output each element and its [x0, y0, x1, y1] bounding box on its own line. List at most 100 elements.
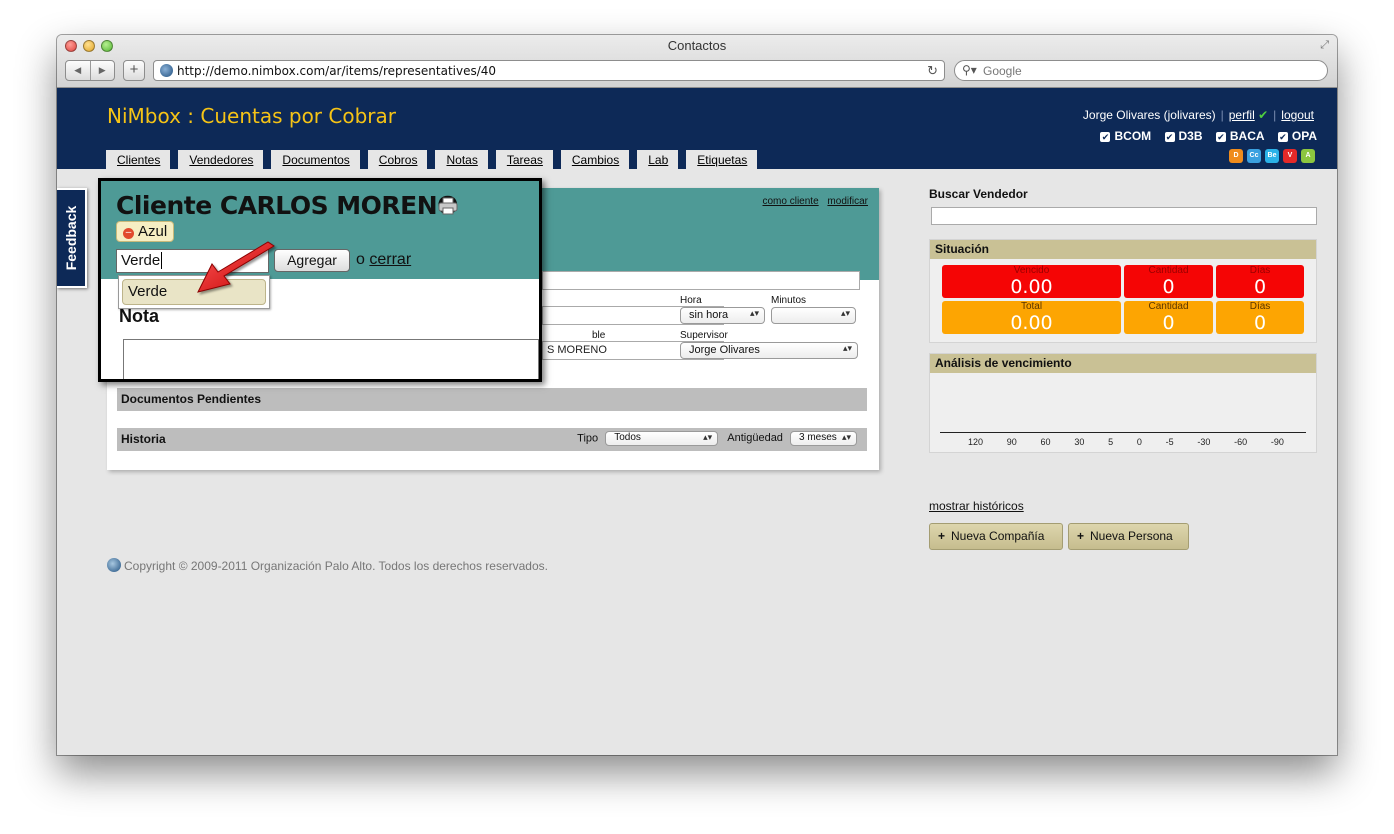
responsable-label: ble [592, 330, 606, 341]
dias-cell: Días 0 [1216, 265, 1304, 298]
back-icon[interactable]: ◀ [66, 61, 91, 80]
checkbox-icon: ✔ [1100, 132, 1111, 142]
tick-label: 30 [1074, 437, 1085, 447]
app-icon[interactable]: D [1229, 149, 1243, 163]
minutos-select[interactable]: ▴▾ [771, 307, 856, 324]
copyright: Copyright © 2009-2011 Organización Palo … [107, 558, 548, 573]
nueva-compania-button[interactable]: + Nueva Compañía [929, 523, 1063, 550]
search-field[interactable]: ⚲▾ Google [954, 60, 1328, 81]
nota-textarea[interactable] [123, 339, 539, 379]
cerrar-link[interactable]: cerrar [369, 251, 411, 268]
checkbox-icon: ✔ [1215, 132, 1226, 142]
tick-label: -60 [1234, 437, 1248, 447]
client-title: Cliente CARLOS MORENO [116, 191, 458, 220]
buscar-vendedor-label: Buscar Vendedor [929, 187, 1028, 201]
buscar-vendedor-input[interactable] [931, 207, 1317, 225]
chart-ticks: 120 90 60 30 5 0 -5 -30 -60 -90 [940, 437, 1306, 447]
app-header: NiMbox : Cuentas por Cobrar Jorge Olivar… [57, 88, 1337, 170]
tab-notas[interactable]: Notas [435, 150, 488, 170]
cantidad-total-cell: Cantidad 0 [1124, 301, 1213, 334]
tag-label: Azul [138, 223, 168, 240]
history-nav: ◀ ▶ [65, 60, 115, 81]
logout-link[interactable]: logout [1281, 108, 1314, 122]
app-icon[interactable]: A [1301, 149, 1315, 163]
company-checkbox[interactable]: ✔ BCOM [1100, 129, 1151, 143]
nimbox-logo-icon [107, 558, 121, 572]
remove-tag-icon[interactable]: – [123, 228, 134, 239]
name-field[interactable] [542, 271, 860, 290]
total-cell: Total 0.00 [942, 301, 1121, 334]
tipo-select[interactable]: Todos ▴▾ [605, 431, 719, 446]
supervisor-select[interactable]: Jorge Olivares ▴▾ [680, 342, 858, 359]
url-text[interactable]: http://demo.nimbox.com/ar/items/represen… [177, 64, 496, 78]
feedback-label: Feedback [63, 205, 79, 271]
chart-axis [940, 432, 1306, 433]
tab-tareas[interactable]: Tareas [495, 150, 553, 170]
tick-label: 0 [1136, 437, 1142, 447]
perfil-link[interactable]: perfil [1229, 108, 1255, 122]
tag-popup: Cliente CARLOS MORENO – Azul Verde Agrega… [98, 178, 542, 382]
annotation-arrow-icon [197, 241, 275, 293]
modificar-link[interactable]: modificar [827, 196, 868, 207]
user-name: Jorge Olivares (jolivares) [1082, 108, 1216, 122]
tick-label: -90 [1270, 437, 1284, 447]
plus-icon: + [938, 529, 946, 543]
hora-select[interactable]: sin hora ▴▾ [680, 307, 765, 324]
app-icon[interactable]: Be [1265, 149, 1279, 163]
mostrar-historicos-link[interactable]: mostrar históricos [929, 499, 1024, 513]
address-bar[interactable]: http://demo.nimbox.com/ar/items/represen… [153, 60, 945, 81]
company-checkbox[interactable]: ✔ BACA [1215, 129, 1265, 143]
search-placeholder: Google [983, 64, 1022, 78]
situacion-panel: Situación Vencido 0.00 Cantidad 0 Días 0 To… [929, 239, 1317, 343]
window-title: Contactos [667, 38, 727, 53]
select-arrow-icon: ▴▾ [840, 308, 850, 318]
tick-label: 5 [1108, 437, 1114, 447]
app-icon[interactable]: V [1283, 149, 1297, 163]
historia-filters: Tipo Todos ▴▾ Antigüedad 3 meses ▴▾ [577, 431, 857, 446]
fullscreen-icon[interactable]: ⤢ [1320, 39, 1329, 52]
antiguedad-label: Antigüedad [727, 432, 783, 445]
feedback-tab[interactable]: Feedback [57, 188, 87, 288]
forward-icon[interactable]: ▶ [91, 61, 115, 80]
antiguedad-select[interactable]: 3 meses ▴▾ [790, 431, 857, 446]
tab-cambios[interactable]: Cambios [560, 150, 630, 170]
browser-window: Contactos ⤢ ◀ ▶ + http://demo.nimbox.com… [57, 35, 1337, 755]
app-icon[interactable]: Cc [1247, 149, 1261, 163]
right-column: Buscar Vendedor Situación Vencido 0.00 Ca… [929, 187, 1317, 550]
main-tabs: Clientes Vendedores Documentos Cobros No… [106, 150, 758, 170]
print-icon[interactable] [438, 197, 458, 215]
plus-icon: + [1077, 529, 1085, 543]
dias-total-cell: Días 0 [1216, 301, 1304, 334]
company-checkbox[interactable]: ✔ D3B [1164, 129, 1203, 143]
app-brand[interactable]: NiMbox : Cuentas por Cobrar [107, 104, 396, 128]
minutos-label: Minutos [771, 295, 807, 306]
select-arrow-icon: ▴▾ [749, 308, 759, 318]
company-list: ✔ BCOM ✔ D3B ✔ BACA ✔ OPA [1090, 129, 1317, 143]
tab-lab[interactable]: Lab [637, 150, 679, 170]
situacion-header: Situación [930, 240, 1316, 259]
vencido-cell: Vencido 0.00 [942, 265, 1121, 298]
checkbox-icon: ✔ [1277, 132, 1288, 142]
como-cliente-link[interactable]: como cliente [763, 196, 819, 207]
analisis-header: Análisis de vencimiento [930, 354, 1316, 373]
add-bookmark-button[interactable]: + [123, 60, 145, 81]
company-checkbox[interactable]: ✔ OPA [1277, 129, 1317, 143]
tab-cobros[interactable]: Cobros [367, 150, 428, 170]
reload-icon[interactable]: ↻ [927, 63, 938, 79]
analisis-panel: Análisis de vencimiento 120 90 60 30 5 0 -5 -30… [929, 353, 1317, 453]
documentos-pendientes-header[interactable]: Documentos Pendientes [117, 388, 867, 411]
tab-etiquetas[interactable]: Etiquetas [686, 150, 758, 170]
tick-label: 60 [1040, 437, 1051, 447]
check-icon: ✔ [1258, 108, 1269, 122]
cantidad-cell: Cantidad 0 [1124, 265, 1213, 298]
tab-documentos[interactable]: Documentos [271, 150, 360, 170]
select-arrow-icon: ▴▾ [703, 432, 713, 442]
tab-vendedores[interactable]: Vendedores [178, 150, 264, 170]
agregar-button[interactable]: Agregar [274, 249, 350, 272]
close-line: o cerrar [356, 251, 412, 268]
tab-clientes[interactable]: Clientes [106, 150, 171, 170]
title-bar: Contactos ⤢ ◀ ▶ + http://demo.nimbox.com… [57, 35, 1337, 88]
nueva-persona-button[interactable]: + Nueva Persona [1068, 523, 1189, 550]
tick-label: -30 [1197, 437, 1211, 447]
tick-label: 120 [968, 437, 984, 447]
